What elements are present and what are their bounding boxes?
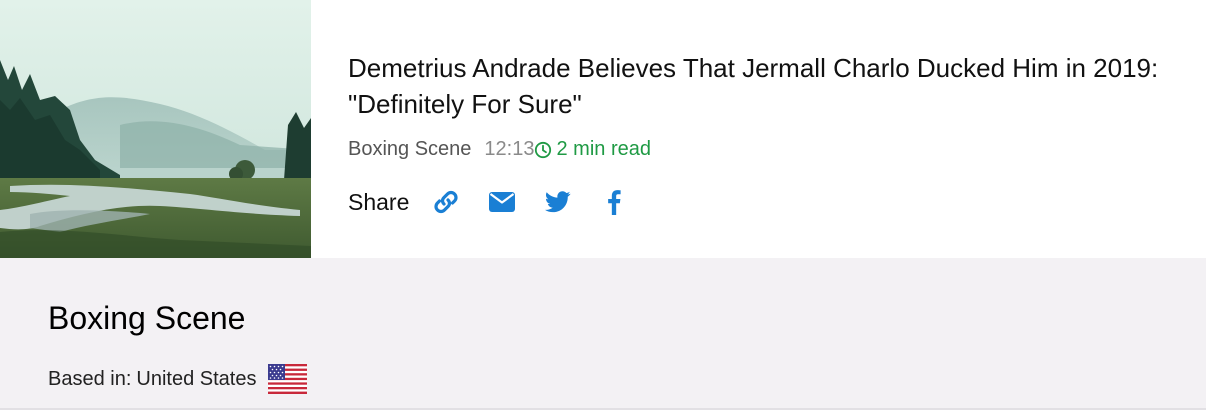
article-headline[interactable]: Demetrius Andrade Believes That Jermall … xyxy=(348,50,1168,122)
read-time-label: 2 min read xyxy=(556,138,651,160)
read-time: 2 min read xyxy=(534,136,651,162)
clock-icon xyxy=(534,140,552,159)
share-label: Share xyxy=(348,188,410,215)
email-icon xyxy=(489,192,516,212)
article-source[interactable]: Boxing Scene xyxy=(348,136,471,162)
source-panel: Boxing Scene Based in: United States xyxy=(0,258,1206,408)
facebook-icon xyxy=(608,190,621,215)
twitter-icon xyxy=(545,191,571,213)
share-bar: Share xyxy=(348,184,1168,220)
article-content: Demetrius Andrade Believes That Jermall … xyxy=(348,50,1168,220)
share-email-button[interactable] xyxy=(485,185,519,219)
article-time: 12:13 xyxy=(484,138,535,160)
article-thumbnail[interactable] xyxy=(0,0,311,258)
share-link-button[interactable] xyxy=(429,185,463,219)
article-meta: Boxing Scene 12:13 2 min read xyxy=(348,136,1168,162)
country-name: United States xyxy=(136,367,257,390)
link-icon xyxy=(434,190,458,214)
source-name[interactable]: Boxing Scene xyxy=(48,298,245,338)
share-twitter-button[interactable] xyxy=(541,185,575,219)
source-location: Based in: United States xyxy=(48,364,308,394)
article-card: Demetrius Andrade Believes That Jermall … xyxy=(0,0,1206,258)
share-facebook-button[interactable] xyxy=(597,185,631,219)
based-in-label: Based in: xyxy=(48,367,132,390)
us-flag-icon xyxy=(268,364,308,394)
